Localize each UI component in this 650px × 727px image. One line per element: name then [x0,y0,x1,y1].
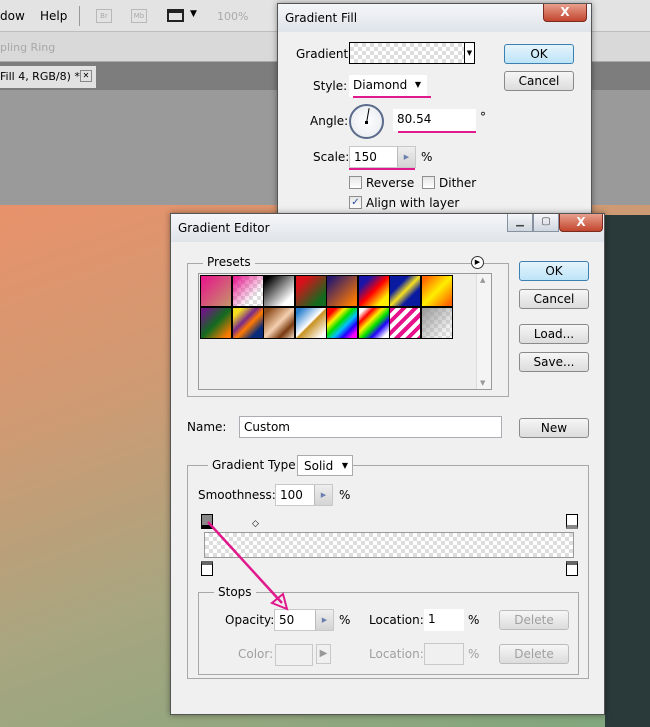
annotation-arrow [207,521,289,611]
